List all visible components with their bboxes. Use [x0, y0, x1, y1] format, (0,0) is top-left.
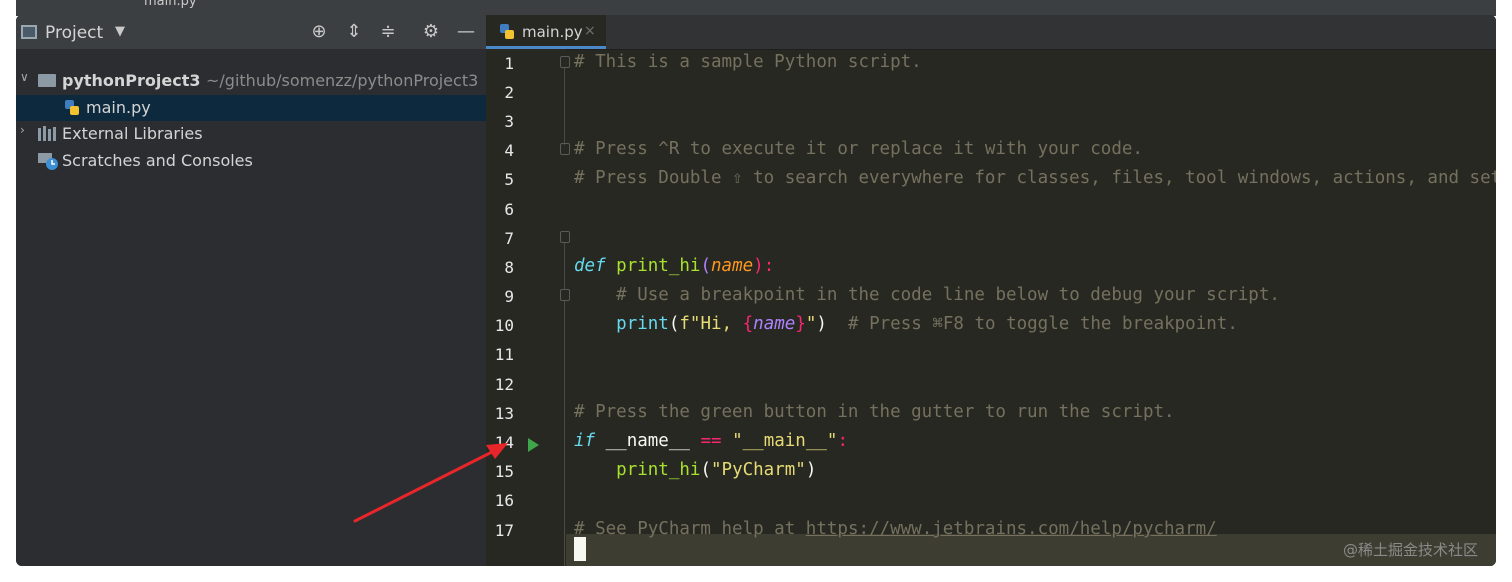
code-line-1: # This is a sample Python script.: [574, 52, 922, 72]
breadcrumb-file[interactable]: main.py: [144, 0, 197, 9]
fold-marker-icon[interactable]: [560, 56, 570, 68]
line-number: 15: [494, 462, 514, 481]
line-number: 2: [504, 83, 514, 102]
line-number: 14: [494, 433, 514, 452]
code-line-3: # Press ^R to execute it or replace it w…: [574, 139, 1143, 159]
tree-item-main-py[interactable]: main.py: [16, 95, 486, 121]
fold-guide: [564, 68, 565, 145]
scratches-icon: [38, 151, 60, 175]
fold-marker-icon[interactable]: [560, 289, 570, 301]
code-line-13: if __name__ == "__main__":: [574, 431, 848, 451]
line-number: 1: [504, 54, 514, 73]
code-line-4: # Press Double ⇧ to search everywhere fo…: [574, 168, 1496, 188]
line-number: 9: [504, 287, 514, 306]
project-view-selector[interactable]: Project: [45, 23, 103, 43]
chevron-down-icon[interactable]: ▼: [115, 24, 125, 39]
line-number: 17: [494, 521, 514, 540]
top-breadcrumb-strip: main.py: [16, 0, 1496, 16]
watermark: @稀土掘金技术社区: [1342, 541, 1478, 559]
python-file-icon: [64, 99, 79, 115]
tab-main-py[interactable]: main.py ×: [486, 15, 606, 49]
code-area[interactable]: # This is a sample Python script. # Pres…: [574, 49, 1496, 566]
fold-guide: [564, 301, 565, 566]
line-number: 4: [504, 141, 514, 160]
project-name: pythonProject3: [62, 71, 201, 90]
project-path: ~/github/somenzz/pythonProject3: [206, 71, 479, 90]
editor-gutter[interactable]: 1 2 3 4 5 6 7 8 9 10 11 12 13 14 15 16 1…: [486, 49, 570, 566]
ide-window: Project ▼ ⊕ ⇕ ≑ ⚙ — ∨ pythonProject3 ~/g…: [16, 15, 1496, 566]
project-view-icon: [21, 25, 37, 39]
code-editor[interactable]: main.py × 1 2 3 4 5 6 7 8 9 10 11 12 13 …: [486, 15, 1496, 566]
line-number: 8: [504, 258, 514, 277]
line-number: 13: [494, 404, 514, 423]
fold-marker-icon[interactable]: [560, 231, 570, 243]
tree-item-project-root[interactable]: ∨ pythonProject3 ~/github/somenzz/python…: [16, 68, 486, 94]
library-icon: [38, 126, 58, 146]
tab-label: main.py: [522, 23, 583, 41]
line-number: 6: [504, 200, 514, 219]
line-number: 7: [504, 229, 514, 248]
gear-icon[interactable]: ⚙: [420, 21, 442, 43]
tree-label: External Libraries: [62, 124, 203, 143]
code-line-14: print_hi("PyCharm"): [616, 460, 817, 480]
line-number: 11: [494, 345, 514, 364]
fold-marker-icon[interactable]: [560, 143, 570, 155]
run-gutter-icon[interactable]: [528, 438, 539, 452]
line-number: 5: [504, 170, 514, 189]
line-number: 12: [494, 375, 514, 394]
tree-label: Scratches and Consoles: [62, 151, 253, 170]
line-number: 3: [504, 112, 514, 131]
chevron-right-icon[interactable]: ›: [20, 123, 25, 137]
code-line-9: print(f"Hi, {name}") # Press ⌘F8 to togg…: [616, 314, 1238, 334]
code-line-7: def print_hi(name):: [574, 256, 775, 276]
code-line-8: # Use a breakpoint in the code line belo…: [616, 285, 1280, 305]
file-name: main.py: [86, 98, 151, 117]
fold-guide: [564, 243, 565, 289]
tree-item-external-libraries[interactable]: › External Libraries: [16, 121, 486, 147]
python-file-icon: [498, 23, 516, 45]
help-link[interactable]: https://www.jetbrains.com/help/pycharm/: [806, 519, 1217, 539]
close-icon[interactable]: ×: [584, 23, 596, 39]
line-number: 16: [494, 491, 514, 510]
text-caret: [574, 537, 586, 561]
code-line-12: # Press the green button in the gutter t…: [574, 402, 1175, 422]
code-line-16: # See PyCharm help at https://www.jetbra…: [574, 519, 1217, 539]
folder-icon: [38, 74, 56, 87]
project-panel: Project ▼ ⊕ ⇕ ≑ ⚙ — ∨ pythonProject3 ~/g…: [16, 15, 487, 566]
collapse-all-icon[interactable]: ≑: [377, 21, 399, 43]
tree-item-scratches[interactable]: Scratches and Consoles: [16, 148, 486, 174]
locate-icon[interactable]: ⊕: [308, 21, 330, 43]
project-panel-header: Project ▼ ⊕ ⇕ ≑ ⚙ —: [16, 15, 486, 49]
editor-tab-bar: main.py ×: [486, 15, 1496, 50]
chevron-down-icon[interactable]: ∨: [20, 70, 29, 84]
minimize-icon[interactable]: —: [455, 21, 477, 43]
expand-all-icon[interactable]: ⇕: [343, 21, 365, 43]
line-number: 10: [494, 316, 514, 335]
